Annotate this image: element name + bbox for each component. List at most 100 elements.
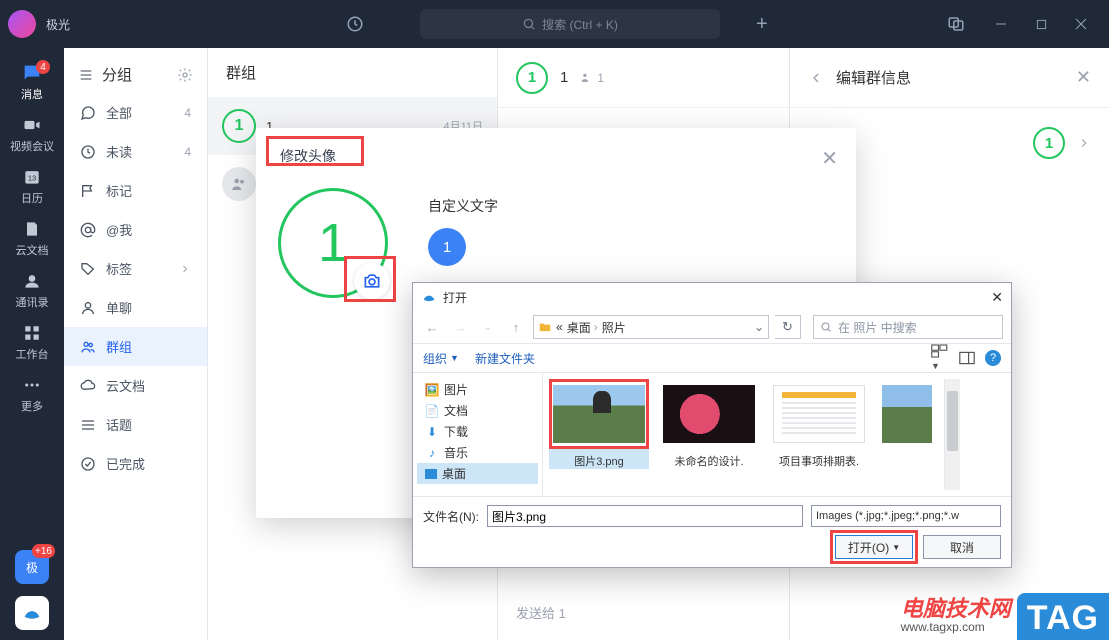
chevron-right-icon bbox=[179, 263, 191, 275]
sidebar-item-single[interactable]: 单聊 bbox=[64, 288, 207, 327]
chat-avatar[interactable]: 1 bbox=[516, 62, 548, 94]
file-open-dialog: 打开 ✕ ← → ⌄ ↑ « 桌面› 照片 ⌄ ↻ 在 照片 中搜索 组织 ▼ … bbox=[412, 282, 1012, 568]
panel-header: 编辑群信息 ✕ bbox=[790, 48, 1109, 108]
dialog-search-input[interactable]: 在 照片 中搜索 bbox=[813, 315, 1003, 339]
cloud-icon bbox=[80, 378, 96, 394]
gear-icon[interactable] bbox=[177, 67, 193, 83]
add-button[interactable]: + bbox=[756, 13, 768, 36]
document-icon: 📄 bbox=[425, 404, 439, 418]
open-button[interactable]: 打开(O) ▼ bbox=[835, 535, 913, 559]
search-icon bbox=[820, 321, 832, 333]
chevron-down-icon[interactable]: ⌄ bbox=[754, 320, 764, 334]
close-icon[interactable]: ✕ bbox=[1076, 67, 1091, 88]
rail-app-secondary[interactable] bbox=[15, 596, 49, 630]
filename-input[interactable] bbox=[487, 505, 803, 527]
tree-item-downloads[interactable]: ⬇下载 bbox=[417, 421, 538, 442]
sidebar-item-group[interactable]: 群组 bbox=[64, 327, 207, 366]
rail-messages[interactable]: 4 消息 bbox=[0, 56, 64, 108]
dialog-body: 🖼️图片 📄文档 ⬇下载 ♪音乐 桌面 图片3.png 未命名的设计. 项目事项… bbox=[413, 373, 1011, 496]
apps-icon bbox=[21, 322, 43, 344]
address-bar[interactable]: « 桌面› 照片 ⌄ bbox=[533, 315, 769, 339]
dialog-titlebar: 打开 ✕ bbox=[413, 283, 1011, 311]
close-button[interactable] bbox=[1061, 9, 1101, 39]
custom-text-label: 自定义文字 bbox=[428, 196, 498, 216]
file-item[interactable]: 项目事项排期表. bbox=[769, 379, 869, 469]
sidebar-item-topic[interactable]: 话题 bbox=[64, 405, 207, 444]
check-circle-icon bbox=[80, 456, 96, 472]
dialog-nav: ← → ⌄ ↑ « 桌面› 照片 ⌄ ↻ 在 照片 中搜索 bbox=[413, 311, 1011, 343]
tree-item-music[interactable]: ♪音乐 bbox=[417, 442, 538, 463]
rail-contacts[interactable]: 通讯录 bbox=[0, 264, 64, 316]
desktop-icon bbox=[425, 469, 437, 479]
file-list: 图片3.png 未命名的设计. 项目事项排期表. bbox=[543, 373, 1011, 496]
nav-back-icon[interactable]: ← bbox=[421, 316, 443, 338]
music-icon: ♪ bbox=[425, 446, 439, 460]
sidebar-item-cloud[interactable]: 云文档 bbox=[64, 366, 207, 405]
minimize-button[interactable] bbox=[981, 9, 1021, 39]
nav-up-icon[interactable]: ↑ bbox=[505, 316, 527, 338]
svg-text:13: 13 bbox=[28, 173, 36, 182]
filter-combo[interactable]: Images (*.jpg;*.jpeg;*.png;*.w bbox=[811, 505, 1001, 527]
history-icon[interactable] bbox=[338, 7, 372, 41]
chevron-right-icon bbox=[1077, 136, 1091, 150]
folder-icon bbox=[538, 320, 552, 334]
sidebar-item-done[interactable]: 已完成 bbox=[64, 444, 207, 483]
rail-cloud-doc[interactable]: 云文档 bbox=[0, 212, 64, 264]
topbar: 极光 搜索 (Ctrl + K) + bbox=[0, 0, 1109, 48]
rail-video[interactable]: 视频会议 bbox=[0, 108, 64, 160]
video-icon bbox=[21, 114, 43, 136]
scrollbar[interactable] bbox=[944, 379, 960, 490]
rail-workbench[interactable]: 工作台 bbox=[0, 316, 64, 368]
sidebar-item-all[interactable]: 全部 4 bbox=[64, 93, 207, 132]
nav-recent-icon[interactable]: ⌄ bbox=[477, 316, 499, 338]
sidebar-item-tag[interactable]: 标签 bbox=[64, 249, 207, 288]
modal-close-icon[interactable]: ✕ bbox=[821, 146, 838, 171]
sidebar-item-at[interactable]: @我 bbox=[64, 210, 207, 249]
dialog-close-icon[interactable]: ✕ bbox=[991, 289, 1003, 306]
app-logo bbox=[8, 10, 36, 38]
tree-item-pictures[interactable]: 🖼️图片 bbox=[417, 379, 538, 400]
dialog-toolbar: 组织 ▼ 新建文件夹 ▼ ? bbox=[413, 343, 1011, 373]
contacts-icon bbox=[21, 270, 43, 292]
rail-calendar[interactable]: 13 日历 bbox=[0, 160, 64, 212]
chat-header: 1 1 1 bbox=[498, 48, 789, 108]
chat-footer: 发送给 1 bbox=[516, 603, 566, 622]
left-rail: 4 消息 视频会议 13 日历 云文档 通讯录 工作台 更多 极 +16 bbox=[0, 48, 64, 640]
badge: 4 bbox=[36, 60, 50, 74]
cancel-button[interactable]: 取消 bbox=[923, 535, 1001, 559]
rail-app-badge[interactable]: 极 +16 bbox=[15, 550, 49, 584]
nav-forward-icon[interactable]: → bbox=[449, 316, 471, 338]
chat-bubble-icon bbox=[80, 105, 96, 121]
translate-icon[interactable] bbox=[939, 7, 973, 41]
at-icon bbox=[80, 222, 96, 238]
maximize-button[interactable] bbox=[1021, 9, 1061, 39]
sidebar-header: 分组 bbox=[64, 56, 207, 93]
camera-button[interactable] bbox=[354, 263, 390, 299]
app-icon bbox=[421, 289, 437, 305]
search-input[interactable]: 搜索 (Ctrl + K) bbox=[420, 9, 720, 39]
tree-item-documents[interactable]: 📄文档 bbox=[417, 400, 538, 421]
refresh-icon[interactable]: ↻ bbox=[775, 315, 801, 339]
tag-icon bbox=[80, 261, 96, 277]
rail-more[interactable]: 更多 bbox=[0, 368, 64, 420]
back-icon[interactable] bbox=[808, 70, 824, 86]
filename-label: 文件名(N): bbox=[423, 508, 479, 525]
new-folder-button[interactable]: 新建文件夹 bbox=[475, 350, 535, 367]
file-thumbnail bbox=[663, 385, 755, 443]
sidebar-item-unread[interactable]: 未读 4 bbox=[64, 132, 207, 171]
file-item[interactable]: 图片3.png bbox=[549, 379, 649, 469]
custom-text-preview[interactable]: 1 bbox=[428, 228, 466, 266]
file-item[interactable]: 未命名的设计. bbox=[659, 379, 759, 469]
camera-icon bbox=[362, 271, 382, 291]
group-avatar-placeholder bbox=[222, 167, 256, 201]
sidebar-item-flag[interactable]: 标记 bbox=[64, 171, 207, 210]
member-count[interactable]: 1 bbox=[580, 71, 604, 85]
file-thumbnail bbox=[773, 385, 865, 443]
topic-icon bbox=[80, 417, 96, 433]
preview-pane-icon[interactable] bbox=[959, 351, 975, 365]
file-item[interactable] bbox=[879, 379, 934, 449]
help-icon[interactable]: ? bbox=[985, 350, 1001, 366]
organize-menu[interactable]: 组织 ▼ bbox=[423, 350, 459, 367]
view-mode-icon[interactable]: ▼ bbox=[931, 344, 949, 372]
tree-item-desktop[interactable]: 桌面 bbox=[417, 463, 538, 484]
